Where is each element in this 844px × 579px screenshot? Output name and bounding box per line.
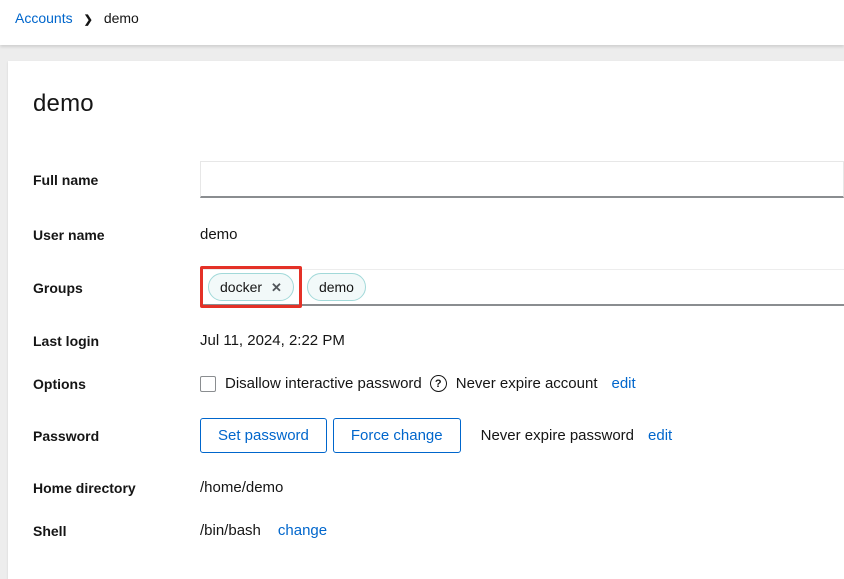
change-shell-link[interactable]: change [278, 522, 327, 539]
options-row: Options Disallow interactive password ? … [33, 375, 844, 392]
user-name-label: User name [33, 227, 200, 243]
breadcrumb-accounts-link[interactable]: Accounts [15, 10, 73, 26]
user-name-row: User name demo [33, 226, 844, 243]
full-name-input[interactable] [200, 161, 844, 198]
full-name-row: Full name [33, 161, 844, 198]
home-directory-value: /home/demo [200, 479, 844, 496]
group-chip-label: demo [319, 279, 354, 295]
last-login-label: Last login [33, 333, 200, 349]
page-title: demo [33, 90, 844, 118]
never-expire-password-text: Never expire password [481, 427, 634, 444]
password-row: Password Set password Force change Never… [33, 418, 844, 453]
groups-row: Groups docker ✕ demo [33, 269, 844, 306]
disallow-password-label: Disallow interactive password [225, 375, 422, 392]
last-login-value: Jul 11, 2024, 2:22 PM [200, 332, 844, 349]
user-name-value: demo [200, 226, 844, 243]
force-change-button[interactable]: Force change [333, 418, 461, 453]
password-label: Password [33, 428, 200, 444]
group-chip-demo: demo [307, 273, 366, 301]
set-password-button[interactable]: Set password [200, 418, 327, 453]
group-chip-label: docker [220, 279, 262, 295]
edit-password-expiry-link[interactable]: edit [648, 427, 672, 444]
account-details-card: demo Full name User name demo Groups doc… [8, 61, 844, 579]
groups-label: Groups [33, 280, 200, 296]
question-circle-icon[interactable]: ? [430, 375, 447, 392]
shell-row: Shell /bin/bash change [33, 522, 844, 539]
options-label: Options [33, 376, 200, 392]
disallow-password-checkbox[interactable] [200, 376, 216, 392]
home-directory-label: Home directory [33, 480, 200, 496]
never-expire-account-text: Never expire account [456, 375, 598, 392]
shell-value: /bin/bash [200, 522, 261, 539]
chevron-right-icon: ❯ [84, 13, 93, 26]
edit-account-expiry-link[interactable]: edit [612, 375, 636, 392]
groups-input[interactable]: docker ✕ demo [200, 269, 844, 306]
last-login-row: Last login Jul 11, 2024, 2:22 PM [33, 332, 844, 349]
shell-label: Shell [33, 523, 200, 539]
full-name-label: Full name [33, 172, 200, 188]
group-chip-docker: docker ✕ [208, 273, 294, 301]
breadcrumb: Accounts ❯ demo [15, 10, 139, 26]
annotation-highlight-box: docker ✕ [200, 266, 302, 308]
home-directory-row: Home directory /home/demo [33, 479, 844, 496]
remove-group-icon[interactable]: ✕ [271, 281, 282, 294]
breadcrumb-bar: Accounts ❯ demo [0, 0, 844, 45]
breadcrumb-current: demo [104, 10, 139, 26]
